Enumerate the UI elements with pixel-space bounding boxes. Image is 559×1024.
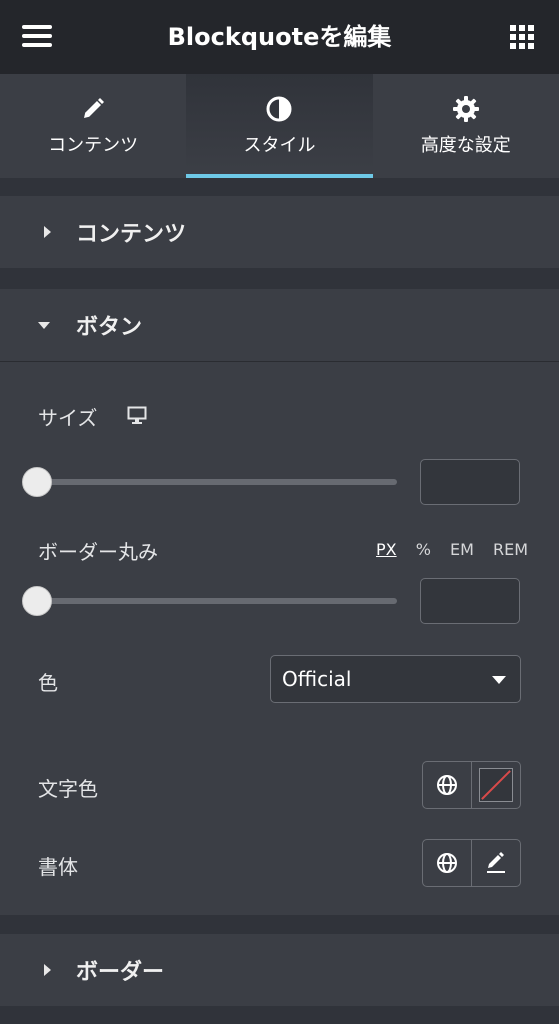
button-section-body <box>0 362 559 915</box>
size-slider-track[interactable] <box>36 479 397 485</box>
desktop-icon[interactable] <box>127 405 147 429</box>
border-radius-label: ボーダー丸み <box>38 540 158 564</box>
border-radius-slider-track[interactable] <box>36 598 397 604</box>
tab-label: スタイル <box>243 135 316 156</box>
global-colors-button[interactable] <box>423 762 471 808</box>
tab-label: コンテンツ <box>48 135 139 156</box>
top-bar: Blockquoteを編集 <box>0 0 559 74</box>
tab-label: 高度な設定 <box>420 135 511 156</box>
tab-style[interactable]: スタイル <box>186 74 373 178</box>
typography-controls <box>422 839 521 887</box>
color-select-value: Official <box>282 667 352 691</box>
color-picker-button[interactable] <box>471 762 520 808</box>
unit-percent[interactable]: % <box>416 540 431 559</box>
apps-grid-icon[interactable] <box>510 25 534 49</box>
editor-tabs: コンテンツ スタイル 高度な設定 <box>0 74 559 178</box>
unit-switcher: PX % EM REM <box>362 540 528 559</box>
globe-icon <box>437 775 457 795</box>
typography-label: 書体 <box>38 855 78 879</box>
size-slider-handle[interactable] <box>22 467 52 497</box>
color-select[interactable]: Official <box>270 655 521 703</box>
empty-color-swatch <box>479 768 513 802</box>
page-title: Blockquoteを編集 <box>167 23 392 51</box>
pencil-icon <box>487 852 505 873</box>
section-title: ボタン <box>76 315 143 340</box>
unit-rem[interactable]: REM <box>493 540 528 559</box>
border-radius-slider-handle[interactable] <box>22 586 52 616</box>
size-label: サイズ <box>38 406 98 430</box>
tab-advanced[interactable]: 高度な設定 <box>373 74 559 178</box>
section-title: コンテンツ <box>76 222 187 247</box>
tab-content[interactable]: コンテンツ <box>0 74 186 178</box>
text-color-controls <box>422 761 521 809</box>
caret-right-icon <box>44 226 51 238</box>
text-color-label: 文字色 <box>38 777 98 801</box>
pencil-icon <box>81 95 105 123</box>
section-button-header[interactable]: ボタン <box>0 289 559 361</box>
caret-down-icon <box>38 321 50 329</box>
half-circle-icon <box>265 95 293 123</box>
color-label: 色 <box>38 671 58 695</box>
global-fonts-button[interactable] <box>423 840 471 886</box>
border-radius-input[interactable] <box>420 578 520 624</box>
section-title: ボーダー <box>76 960 165 985</box>
edit-typography-button[interactable] <box>471 840 520 886</box>
caret-right-icon <box>44 964 51 976</box>
size-input[interactable] <box>420 459 520 505</box>
gear-icon <box>452 95 480 123</box>
section-border-header[interactable]: ボーダー <box>0 934 559 1006</box>
caret-down-icon <box>492 676 506 684</box>
section-content-header[interactable]: コンテンツ <box>0 196 559 268</box>
globe-icon <box>437 853 457 873</box>
unit-px[interactable]: PX <box>376 540 397 559</box>
unit-em[interactable]: EM <box>450 540 474 559</box>
